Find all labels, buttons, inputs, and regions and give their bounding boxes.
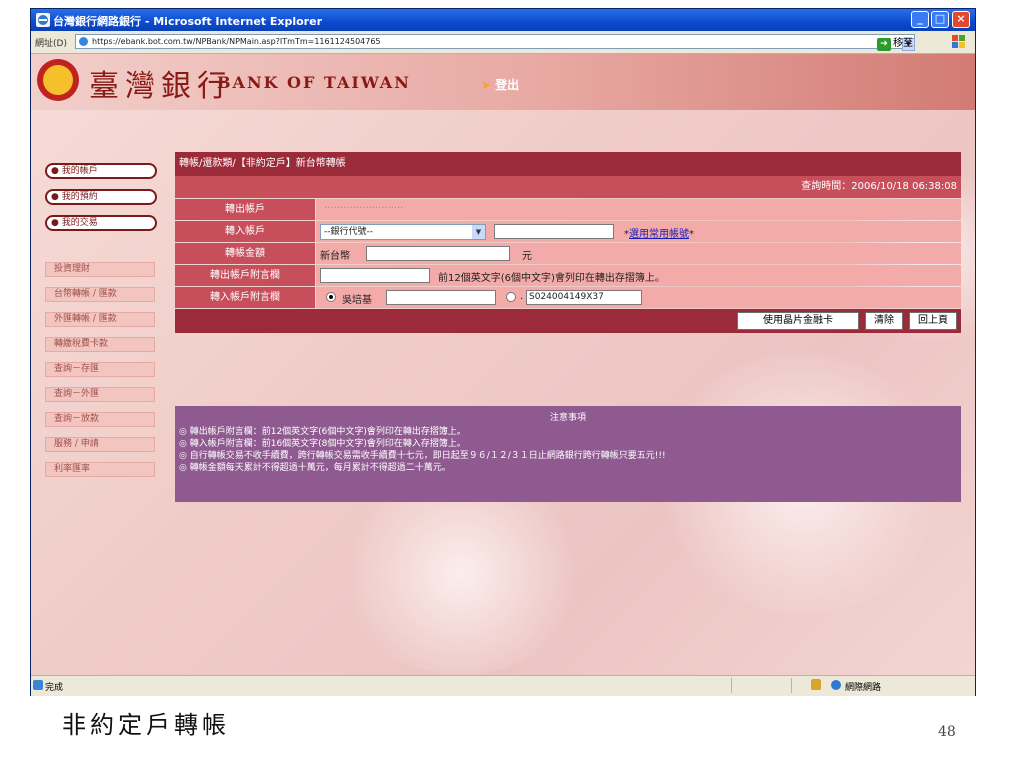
- status-text: 完成: [45, 683, 64, 693]
- slide-page-number: 48: [938, 724, 956, 740]
- page-status-icon: [33, 680, 43, 690]
- common-account-wrap: *選用常用帳號*: [624, 229, 694, 240]
- from-account-cell: ·························: [316, 199, 961, 220]
- address-bar: 網址(D) https://ebank.bot.com.tw/NPBank/NP…: [31, 31, 975, 54]
- from-account-row: 轉出帳戶 ·························: [175, 199, 961, 221]
- window-title: 台灣銀行網路銀行 - Microsoft Internet Explorer: [53, 15, 322, 28]
- action-bar: 使用晶片金融卡 清除 回上頁: [175, 309, 961, 333]
- bank-code-select[interactable]: --銀行代號-- ▼: [320, 224, 486, 240]
- out-memo-input[interactable]: [320, 268, 430, 283]
- sidebar-item-investment[interactable]: 投資理財: [45, 262, 155, 277]
- status-separator: [731, 678, 732, 693]
- to-account-cell: --銀行代號-- ▼ *選用常用帳號*: [316, 221, 961, 242]
- notes-title: 注意事項: [549, 413, 586, 423]
- memo-option1-input[interactable]: [386, 290, 496, 305]
- internet-explorer-icon: [36, 13, 50, 27]
- address-label: 網址(D): [35, 39, 67, 49]
- out-memo-row: 轉出帳戶附言欄 前12個英文字(6個中文字)會列印在轉出存摺簿上。: [175, 265, 961, 287]
- currency-label: 新台幣: [320, 251, 350, 262]
- address-input[interactable]: https://ebank.bot.com.tw/NPBank/NPMain.a…: [75, 34, 915, 51]
- memo-option2-radio[interactable]: [506, 292, 516, 302]
- security-zone: 網際網路: [845, 683, 882, 693]
- sidebar-item-my-transactions[interactable]: ● 我的交易: [45, 215, 157, 231]
- back-button[interactable]: 回上頁: [909, 312, 957, 330]
- to-account-input[interactable]: [494, 224, 614, 239]
- breadcrumb: 轉帳/還款類/【非約定戶】新台幣轉帳: [175, 152, 961, 176]
- sidebar-item-rates[interactable]: 利率匯率: [45, 462, 155, 477]
- status-bar: 完成 網際網路: [31, 675, 975, 696]
- bank-name-english: BANK OF TAIWAN: [217, 73, 411, 92]
- out-memo-hint: 前12個英文字(6個中文字)會列印在轉出存摺簿上。: [438, 273, 665, 284]
- page-icon: [79, 37, 88, 46]
- in-memo-label: 轉入帳戶附言欄: [175, 287, 315, 308]
- chip-card-button[interactable]: 使用晶片金融卡: [737, 312, 859, 330]
- sidebar-item-query-fx[interactable]: 查詢－外匯: [45, 387, 155, 402]
- sidebar-item-service-apply[interactable]: 服務 / 申請: [45, 437, 155, 452]
- browser-window: 台灣銀行網路銀行 - Microsoft Internet Explorer _…: [30, 8, 976, 696]
- sidebar-item-my-reservations[interactable]: ● 我的預約: [45, 189, 157, 205]
- status-separator: [791, 678, 792, 693]
- sidebar-item-ntd-transfer[interactable]: 台幣轉帳 / 匯款: [45, 287, 155, 302]
- memo-option2-value: S024004149X37: [529, 292, 604, 302]
- go-arrow-icon: ➔: [877, 38, 891, 51]
- background-flower: [331, 474, 591, 674]
- note-line: ◎ 轉帳金額每天累計不得超過十萬元，每月累計不得超過二十萬元。: [179, 463, 451, 473]
- sidebar-item-my-account[interactable]: ● 我的帳戶: [45, 163, 157, 179]
- out-memo-cell: 前12個英文字(6個中文字)會列印在轉出存摺簿上。: [316, 265, 961, 286]
- globe-icon: [831, 680, 841, 690]
- bank-header: 臺灣銀行 BANK OF TAIWAN ➤ 登出: [31, 54, 975, 110]
- amount-row: 轉帳金額 新台幣 元: [175, 243, 961, 265]
- chevron-down-icon: ▼: [472, 225, 485, 239]
- amount-cell: 新台幣 元: [316, 243, 961, 264]
- common-account-link[interactable]: 選用常用帳號: [629, 229, 689, 240]
- logout-link[interactable]: ➤ 登出: [481, 76, 519, 93]
- amount-label: 轉帳金額: [175, 243, 315, 264]
- minimize-button[interactable]: _: [911, 11, 929, 28]
- sidebar-item-fx-transfer[interactable]: 外匯轉帳 / 匯款: [45, 312, 155, 327]
- from-account-label: 轉出帳戶: [175, 199, 315, 220]
- go-label: 移至: [893, 38, 913, 49]
- clear-button[interactable]: 清除: [865, 312, 903, 330]
- to-account-row: 轉入帳戶 --銀行代號-- ▼ *選用常用帳號*: [175, 221, 961, 243]
- maximize-button[interactable]: □: [931, 11, 949, 28]
- logout-label: 登出: [495, 78, 520, 92]
- page-content: 臺灣銀行 BANK OF TAIWAN ➤ 登出 ● 我的帳戶 ● 我的預約 ● …: [31, 54, 975, 675]
- bank-name-chinese: 臺灣銀行: [89, 69, 233, 104]
- notes-panel: 注意事項 ◎ 轉出帳戶附言欄：前12個英文字(6個中文字)會列印在轉出存摺簿上。…: [175, 406, 961, 502]
- lock-icon: [811, 679, 821, 690]
- from-account-value: ·························: [324, 203, 404, 214]
- sidebar-item-query-loan[interactable]: 查詢－放款: [45, 412, 155, 427]
- query-time: 查詢時間：2006/10/18 06:38:08: [175, 176, 961, 198]
- sidebar-item-tax-card-payment[interactable]: 轉繳稅費卡款: [45, 337, 155, 352]
- close-button[interactable]: ×: [952, 11, 970, 28]
- bank-code-selected: --銀行代號--: [324, 227, 373, 237]
- memo-option2-dot: .: [520, 291, 524, 302]
- amount-unit: 元: [522, 251, 532, 262]
- to-account-label: 轉入帳戶: [175, 221, 315, 242]
- sidebar-item-query-deposit[interactable]: 查詢－存匯: [45, 362, 155, 377]
- in-memo-cell: 吳培基 . S024004149X37: [316, 287, 961, 308]
- windows-logo-icon: [952, 35, 965, 48]
- slide-caption: 非約定戶轉帳: [62, 711, 230, 739]
- memo-option1-radio[interactable]: [326, 292, 336, 302]
- out-memo-label: 轉出帳戶附言欄: [175, 265, 315, 286]
- logout-arrow-icon: ➤: [481, 78, 492, 92]
- go-button[interactable]: ➔ 移至: [877, 34, 913, 51]
- url-text: https://ebank.bot.com.tw/NPBank/NPMain.a…: [92, 37, 381, 46]
- memo-option2-input[interactable]: S024004149X37: [526, 290, 642, 305]
- in-memo-row: 轉入帳戶附言欄 吳培基 . S024004149X37: [175, 287, 961, 309]
- amount-input[interactable]: [366, 246, 510, 261]
- title-bar: 台灣銀行網路銀行 - Microsoft Internet Explorer _…: [31, 9, 975, 31]
- memo-option1-label: 吳培基: [342, 295, 372, 306]
- bank-logo: [37, 59, 79, 101]
